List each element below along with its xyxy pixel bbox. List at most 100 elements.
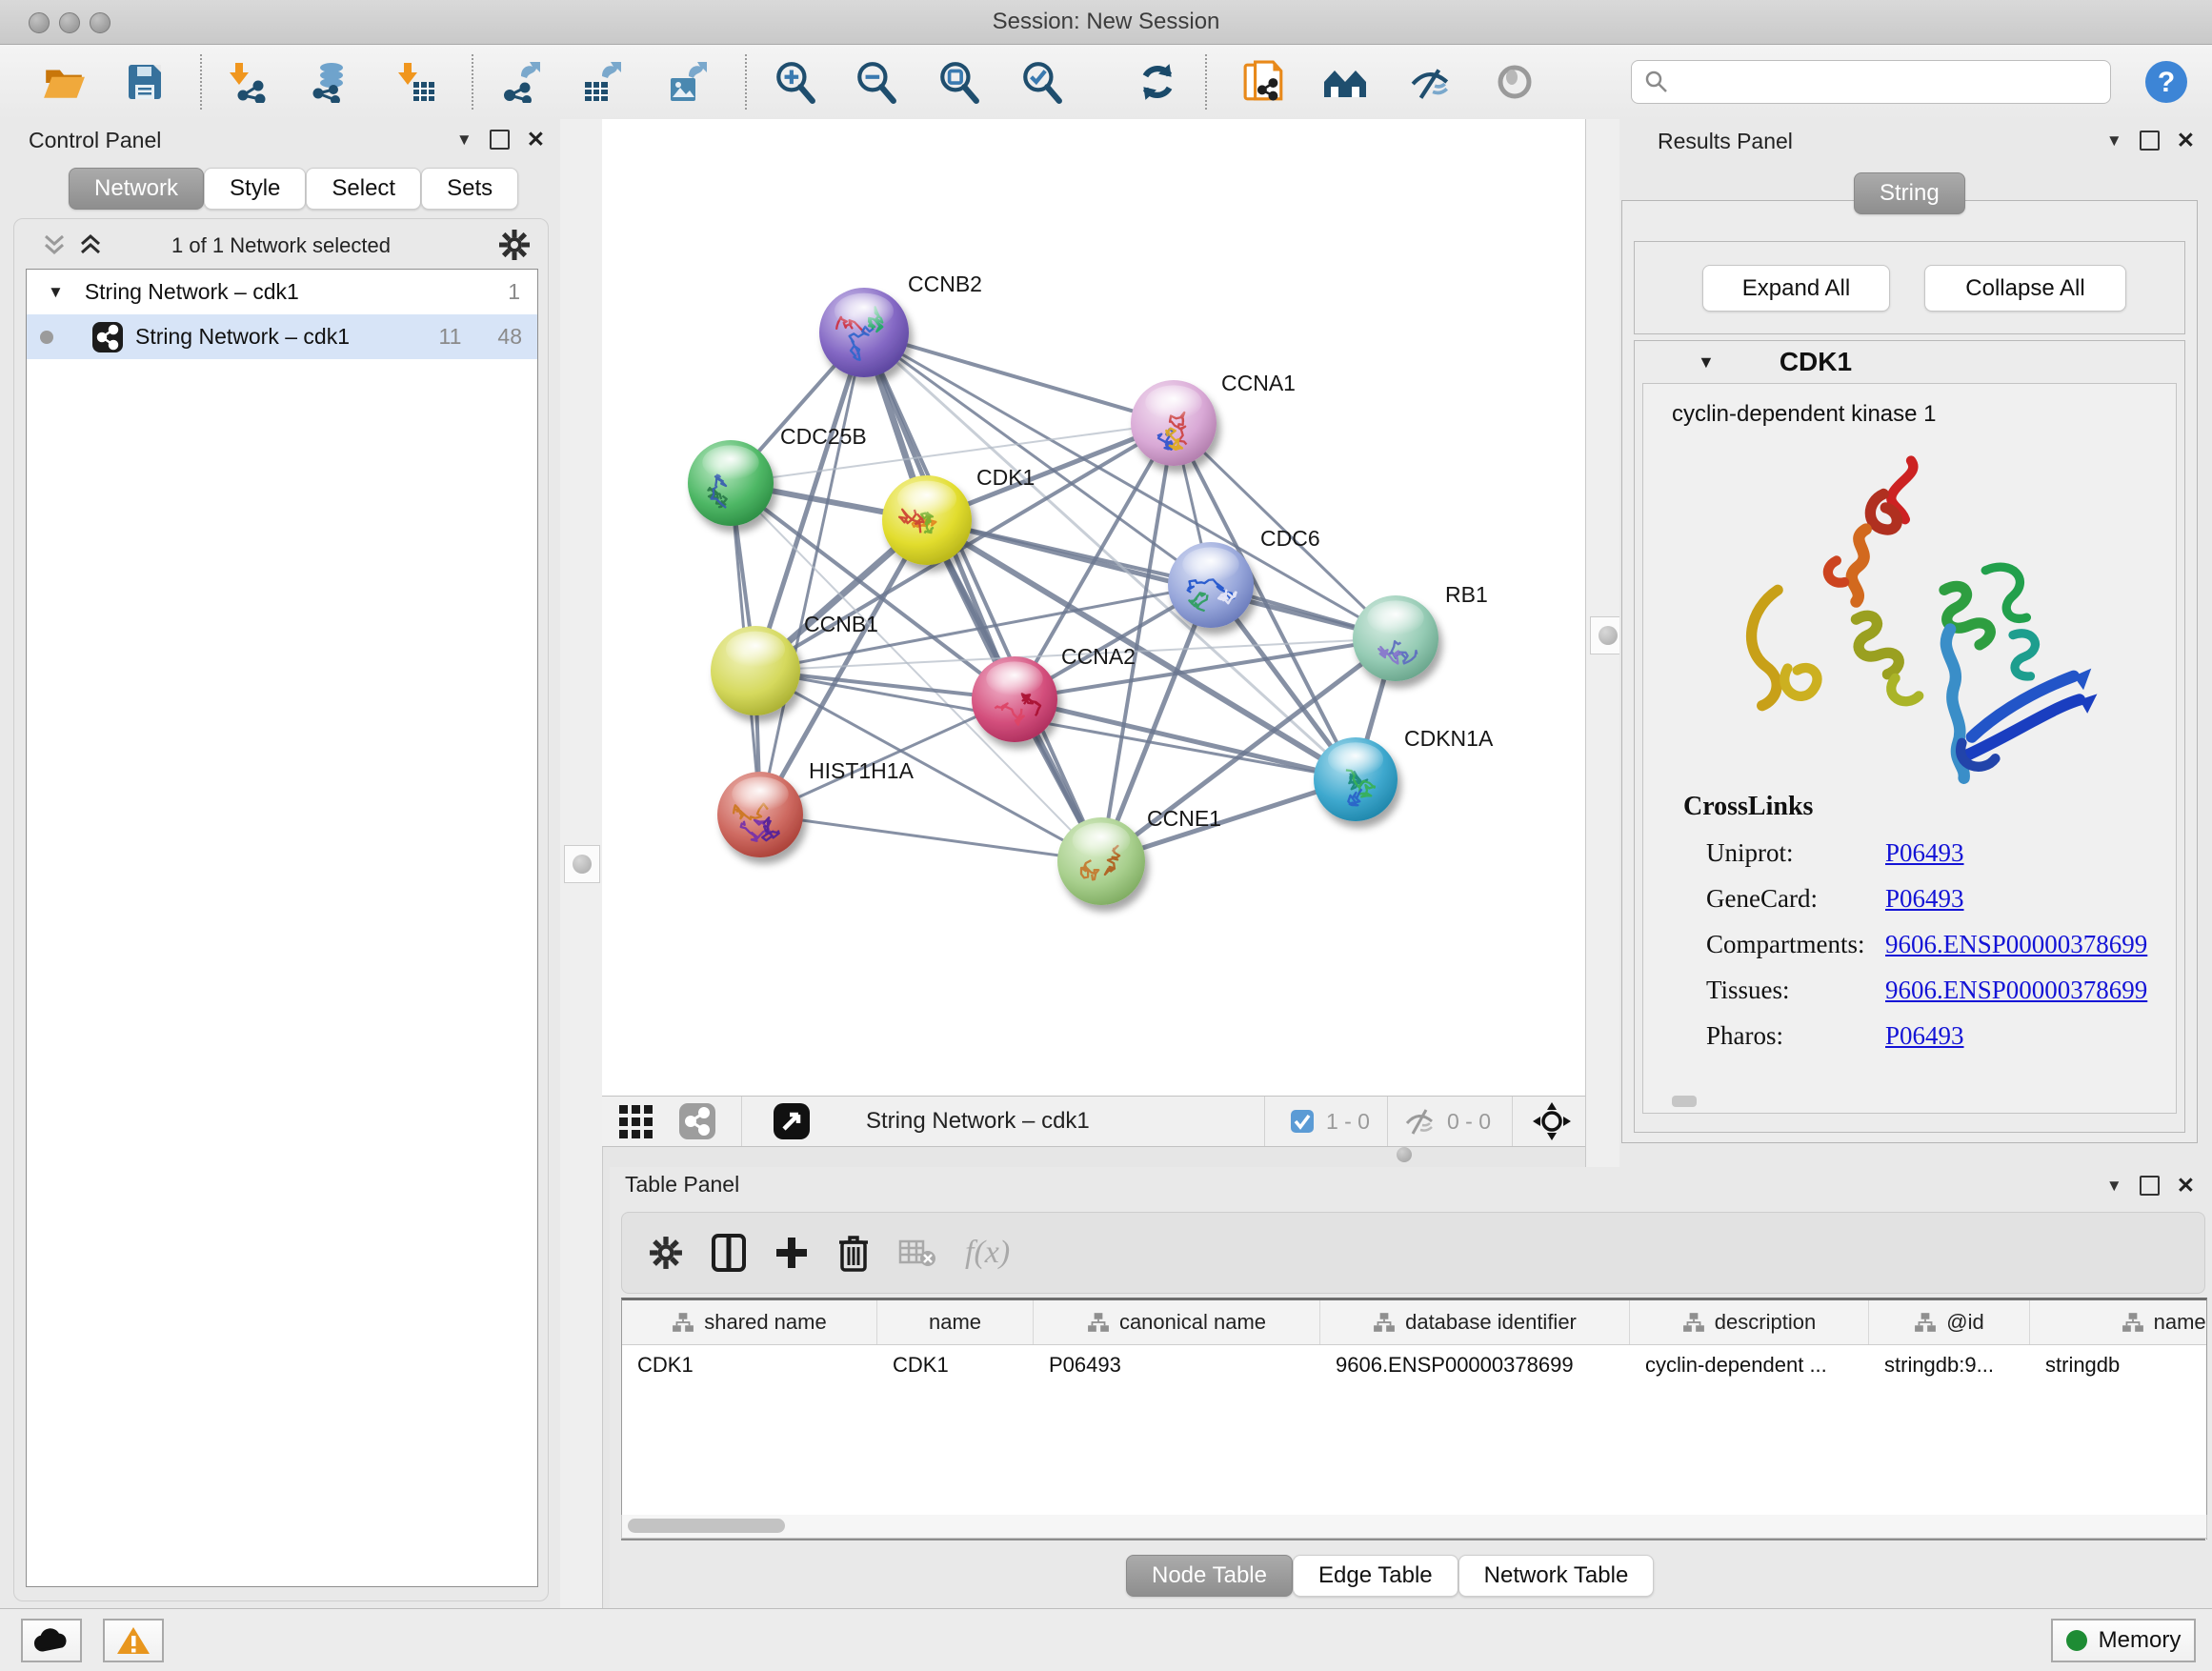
column-header--id[interactable]: @id xyxy=(1869,1300,2030,1344)
import-network-database-icon[interactable] xyxy=(301,55,354,109)
column-header-name[interactable]: name xyxy=(877,1300,1034,1344)
open-session-icon[interactable] xyxy=(37,55,90,109)
column-type-icon xyxy=(1914,1312,1937,1333)
toolbar-separator xyxy=(200,54,202,110)
cloud-status-button[interactable] xyxy=(21,1619,82,1662)
export-image-icon[interactable] xyxy=(660,55,714,109)
cell-database-identifier[interactable]: 9606.ENSP00000378699 xyxy=(1320,1344,1630,1386)
section-collapse-icon[interactable]: ▼ xyxy=(1698,352,1715,372)
column-header-database-identifier[interactable]: database identifier xyxy=(1320,1300,1630,1344)
table-hscrollbar[interactable] xyxy=(621,1515,2207,1539)
cell-shared-name[interactable]: CDK1 xyxy=(622,1344,877,1386)
cell-description[interactable]: cyclin-dependent ... xyxy=(1630,1344,1869,1386)
panel-collapse-icon[interactable]: ▼ xyxy=(456,131,473,150)
cell--id[interactable]: stringdb:9... xyxy=(1869,1344,2030,1386)
crosslink-link[interactable]: P06493 xyxy=(1885,838,1964,868)
expand-all-button[interactable]: Expand All xyxy=(1702,265,1890,312)
search-input[interactable] xyxy=(1631,60,2111,104)
tab-network-table[interactable]: Network Table xyxy=(1458,1555,1655,1597)
protein-structure-image xyxy=(1696,443,2124,786)
gene-description: cyclin-dependent kinase 1 xyxy=(1672,401,1937,428)
grid-view-icon[interactable] xyxy=(617,1101,657,1141)
network-canvas[interactable]: CCNB2CCNA1CDC25BCDK1CDC6RB1CCNB1CCNA2CDK… xyxy=(602,119,1585,1096)
table-toolbar: f(x) xyxy=(621,1212,2205,1294)
network-row-selected[interactable]: String Network – cdk1 11 48 xyxy=(27,314,537,359)
home-neighbors-icon[interactable] xyxy=(1318,55,1372,109)
tree-expand-icon[interactable]: ▼ xyxy=(48,283,64,302)
results-scrollbar-thumb[interactable] xyxy=(1672,1096,1697,1107)
cell-canonical-name[interactable]: P06493 xyxy=(1034,1344,1320,1386)
delete-column-icon[interactable] xyxy=(837,1234,870,1272)
edge-CCNB2-CCNA1[interactable] xyxy=(864,332,1174,423)
panel-collapse-icon[interactable]: ▼ xyxy=(2106,1177,2122,1196)
export-table-icon[interactable] xyxy=(575,55,629,109)
share-view-icon[interactable] xyxy=(678,1102,716,1140)
node-RB1[interactable]: RB1 xyxy=(1353,582,1488,681)
network-collection-row[interactable]: ▼ String Network – cdk1 1 xyxy=(27,270,537,314)
fit-selected-crosshair-icon[interactable] xyxy=(1532,1101,1572,1141)
show-columns-icon[interactable] xyxy=(712,1234,746,1272)
save-session-icon[interactable] xyxy=(118,55,171,109)
panel-collapse-icon[interactable]: ▼ xyxy=(2106,131,2122,151)
node-HIST1H1A[interactable]: HIST1H1A xyxy=(717,758,915,857)
birdseye-icon[interactable] xyxy=(773,1102,811,1140)
help-icon[interactable]: ? xyxy=(2140,55,2193,109)
node-CDK1[interactable]: CDK1 xyxy=(882,465,1035,565)
panel-close-icon[interactable]: ✕ xyxy=(2177,128,2195,153)
tab-node-table[interactable]: Node Table xyxy=(1126,1555,1293,1597)
node-CDC25B[interactable]: CDC25B xyxy=(688,424,867,526)
tab-select[interactable]: Select xyxy=(306,168,421,210)
crosslink-link[interactable]: 9606.ENSP00000378699 xyxy=(1885,976,2147,1005)
panel-close-icon[interactable]: ✕ xyxy=(2177,1173,2195,1198)
string-import-icon[interactable] xyxy=(1237,55,1291,109)
cell-name[interactable]: CDK1 xyxy=(877,1344,1034,1386)
node-label-CCNA2: CCNA2 xyxy=(1061,644,1136,669)
memory-button[interactable]: Memory xyxy=(2051,1619,2196,1662)
tab-network[interactable]: Network xyxy=(69,168,204,210)
crosslink-link[interactable]: P06493 xyxy=(1885,884,1964,914)
table-options-gear-icon[interactable] xyxy=(649,1236,683,1270)
table-hscrollbar-thumb[interactable] xyxy=(628,1519,785,1533)
show-graphics-icon[interactable] xyxy=(1488,55,1541,109)
tab-string[interactable]: String xyxy=(1854,172,1965,214)
cell-namespace[interactable]: stringdb xyxy=(2030,1344,2207,1386)
left-splitter[interactable] xyxy=(560,119,603,1608)
tab-edge-table[interactable]: Edge Table xyxy=(1293,1555,1458,1597)
import-network-file-icon[interactable] xyxy=(220,55,273,109)
node-CDKN1A[interactable]: CDKN1A xyxy=(1314,726,1494,821)
edge-HIST1H1A-CCNE1[interactable] xyxy=(760,815,1101,861)
node-CCNA1[interactable]: CCNA1 xyxy=(1131,371,1296,466)
panel-float-icon[interactable] xyxy=(2140,131,2160,151)
warning-button[interactable] xyxy=(103,1619,164,1662)
edge-CDK1-RB1[interactable] xyxy=(927,520,1396,638)
panel-close-icon[interactable]: ✕ xyxy=(527,127,545,152)
hide-eye-icon[interactable] xyxy=(1404,55,1458,109)
tab-sets[interactable]: Sets xyxy=(421,168,518,210)
export-network-icon[interactable] xyxy=(494,55,548,109)
zoom-selected-icon[interactable] xyxy=(1015,55,1068,109)
panel-float-icon[interactable] xyxy=(490,130,510,150)
import-table-file-icon[interactable] xyxy=(389,55,442,109)
add-column-icon[interactable] xyxy=(774,1236,809,1270)
crosslink-link[interactable]: 9606.ENSP00000378699 xyxy=(1885,930,2147,959)
column-header-namespace[interactable]: namespace xyxy=(2030,1300,2207,1344)
zoom-out-icon[interactable] xyxy=(849,55,902,109)
column-header-shared-name[interactable]: shared name xyxy=(622,1300,877,1344)
options-gear-icon[interactable] xyxy=(498,229,531,261)
column-header-description[interactable]: description xyxy=(1630,1300,1869,1344)
crosslink-link[interactable]: P06493 xyxy=(1885,1021,1964,1051)
left-splitter-handle[interactable] xyxy=(564,845,600,883)
column-header-canonical-name[interactable]: canonical name xyxy=(1034,1300,1320,1344)
tab-style[interactable]: Style xyxy=(204,168,306,210)
crosslink-label: Uniprot: xyxy=(1683,838,1885,868)
selected-checkbox-icon[interactable] xyxy=(1290,1109,1315,1134)
horizontal-splitter-handle[interactable] xyxy=(1397,1147,1412,1162)
collapse-all-button[interactable]: Collapse All xyxy=(1924,265,2126,312)
node-CCNB1[interactable]: CCNB1 xyxy=(711,612,878,715)
zoom-fit-icon[interactable] xyxy=(932,55,985,109)
crosslink-label: Pharos: xyxy=(1683,1021,1885,1051)
panel-float-icon[interactable] xyxy=(2140,1176,2160,1196)
refresh-icon[interactable] xyxy=(1131,55,1184,109)
table-row[interactable]: CDK1CDK1P064939606.ENSP00000378699cyclin… xyxy=(622,1344,2207,1386)
zoom-in-icon[interactable] xyxy=(768,55,821,109)
